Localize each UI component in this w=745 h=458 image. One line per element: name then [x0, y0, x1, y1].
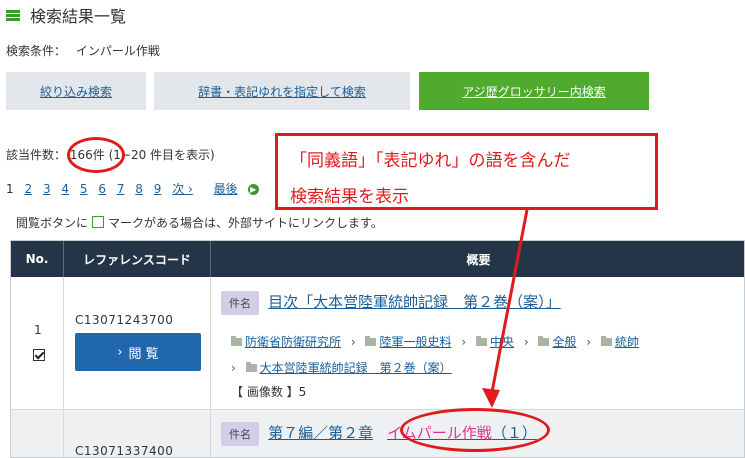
annotation-arrow — [482, 209, 529, 408]
arrow-head — [482, 388, 500, 408]
arrow-line — [490, 209, 529, 393]
